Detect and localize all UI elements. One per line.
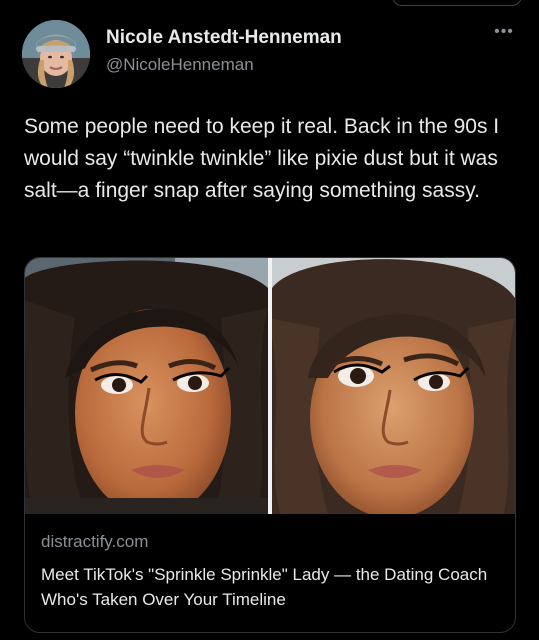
thumbnail-left — [25, 258, 268, 514]
more-options-button[interactable]: ••• — [491, 23, 517, 44]
user-meta: Nicole Anstedt-Henneman @NicoleHenneman — [106, 26, 342, 77]
link-card-media — [25, 258, 515, 514]
link-card-title[interactable]: Meet TikTok's "Sprinkle Sprinkle" Lady —… — [41, 562, 501, 612]
display-name[interactable]: Nicole Anstedt-Henneman — [106, 26, 342, 50]
link-card-caption: distractify.com Meet TikTok's "Sprinkle … — [41, 530, 501, 612]
avatar[interactable] — [22, 20, 90, 88]
tweet-header: Nicole Anstedt-Henneman @NicoleHenneman … — [22, 20, 521, 90]
avatar-photo — [22, 20, 90, 88]
link-card-domain: distractify.com — [41, 532, 149, 551]
top-ui-remnant — [392, 0, 522, 6]
user-handle[interactable]: @NicoleHenneman — [106, 53, 342, 77]
more-horizontal-icon: ••• — [494, 23, 514, 40]
tweet-text: Some people need to keep it real. Back i… — [24, 115, 500, 202]
thumbnail-right — [272, 258, 515, 514]
link-card[interactable]: distractify.com Meet TikTok's "Sprinkle … — [24, 257, 516, 633]
